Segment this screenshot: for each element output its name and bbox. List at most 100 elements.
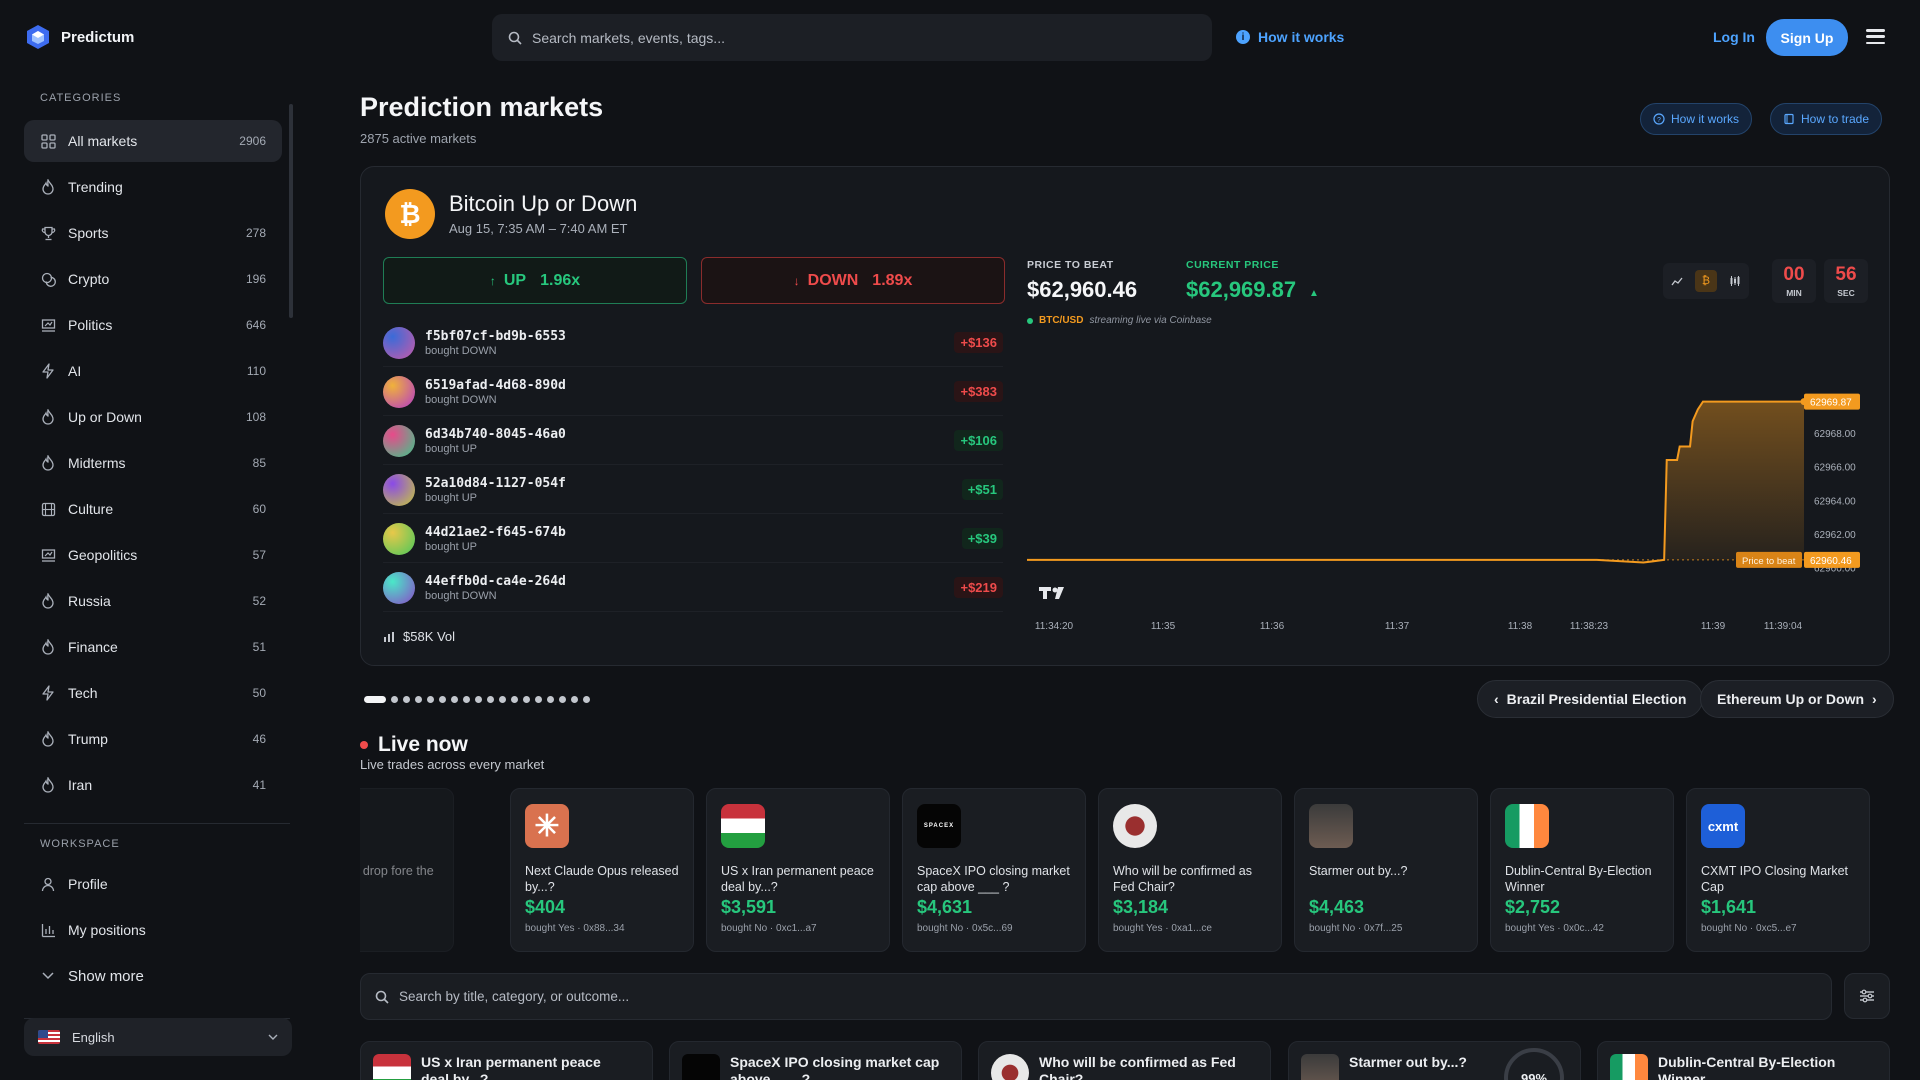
stream-text: streaming live via Coinbase [1089, 315, 1212, 326]
search-input[interactable] [532, 29, 1172, 46]
carousel-dot[interactable] [559, 696, 566, 703]
carousel-dot[interactable] [511, 696, 518, 703]
line-chart-icon[interactable] [1666, 270, 1688, 292]
sidebar-item-trending[interactable]: Trending [24, 166, 282, 208]
live-trade-card[interactable]: cxmt CXMT IPO Closing Market Cap $1,641 bou… [1686, 788, 1870, 952]
trade-row[interactable]: 6519afad-4d68-890d bought DOWN +$383 [383, 368, 1003, 416]
chart-toolbar: ₿ [1663, 263, 1749, 299]
live-trade-card[interactable]: Starmer out by...? $4,463 bought No · 0x7f… [1294, 788, 1478, 952]
trade-meta: bought No · 0x5c...69 [917, 923, 1013, 934]
sidebar-item-label: Politics [68, 317, 113, 333]
chevron-down-icon [268, 1028, 278, 1046]
current-price-value: $62,969.87 [1186, 277, 1297, 302]
language-selector[interactable]: English [24, 1018, 292, 1056]
menu-icon[interactable] [1866, 29, 1885, 44]
trade-row[interactable]: f5bf07cf-bd9b-6553 bought DOWN +$136 [383, 319, 1003, 367]
trade-meta: bought No · 0xc5...e7 [1701, 923, 1797, 934]
carousel-dot[interactable] [499, 696, 506, 703]
market-card[interactable]: Dublin-Central By-Election Winner [1597, 1041, 1890, 1080]
carousel-dot[interactable] [364, 696, 386, 703]
sidebar-item-geopolitics[interactable]: Geopolitics 57 [24, 534, 282, 576]
carousel-dot[interactable] [391, 696, 398, 703]
sidebar-item-crypto[interactable]: Crypto 196 [24, 258, 282, 300]
prev-market-button[interactable]: ‹ Brazil Presidential Election [1477, 680, 1704, 718]
carousel-dot[interactable] [415, 696, 422, 703]
trade-meta: bought No · 0x7f...25 [1309, 923, 1403, 934]
how-it-works-button[interactable]: ? How it works [1640, 103, 1753, 135]
bet-down-button[interactable]: ↓ DOWN 1.89x [701, 257, 1005, 304]
market-search-input[interactable] [399, 989, 1779, 1004]
market-title[interactable]: Bitcoin Up or Down [449, 191, 637, 217]
market-thumbnail [682, 1054, 720, 1080]
trade-user-id: 6519afad-4d68-890d [425, 377, 566, 393]
live-trade-card[interactable]: aham Platner drop fore the Midterms?32es… [360, 788, 454, 952]
market-question: aham Platner drop fore the Midterms? [360, 864, 434, 878]
log-in-button[interactable]: Log In [1713, 29, 1755, 45]
sidebar-item-count: 51 [252, 640, 266, 654]
timer-sec-value: 56 [1835, 264, 1857, 285]
sidebar-item-iran[interactable]: Iran 41 [24, 764, 282, 806]
live-trade-card[interactable]: Who will be confirmed as Fed Chair? $3,18… [1098, 788, 1282, 952]
sidebar-item-finance[interactable]: Finance 51 [24, 626, 282, 668]
market-card[interactable]: Who will be confirmed as Fed Chair? [978, 1041, 1271, 1080]
carousel-dot[interactable] [427, 696, 434, 703]
carousel-dot[interactable] [475, 696, 482, 703]
market-card[interactable]: SpaceX IPO closing market cap above ___ … [669, 1041, 962, 1080]
trade-row[interactable]: 44effb0d-ca4e-264d bought DOWN +$219 [383, 564, 1003, 612]
workspace-item-show-more[interactable]: Show more [24, 955, 282, 997]
carousel-dot[interactable] [547, 696, 554, 703]
brand[interactable]: Predictum [25, 24, 134, 50]
carousel-dot[interactable] [463, 696, 470, 703]
workspace-item-my-positions[interactable]: My positions [24, 909, 282, 951]
filter-button[interactable] [1844, 973, 1890, 1019]
carousel-dot[interactable] [523, 696, 530, 703]
carousel-dot[interactable] [451, 696, 458, 703]
global-search[interactable] [492, 14, 1212, 61]
carousel-dot[interactable] [583, 696, 590, 703]
trade-row[interactable]: 52a10d84-1127-054f bought UP +$51 [383, 466, 1003, 514]
live-trade-card[interactable]: US x Iran permanent peace deal by...? $3,… [706, 788, 890, 952]
sidebar-item-sports[interactable]: Sports 278 [24, 212, 282, 254]
bitcoin-toggle-icon[interactable]: ₿ [1694, 270, 1717, 292]
next-market-button[interactable]: Ethereum Up or Down › [1700, 680, 1894, 718]
carousel-dot[interactable] [403, 696, 410, 703]
how-it-works-link[interactable]: i How it works [1236, 29, 1344, 45]
sign-up-button[interactable]: Sign Up [1766, 19, 1848, 56]
x-tick-label: 11:39 [1701, 621, 1726, 632]
market-thumbnail [1113, 804, 1157, 848]
sidebar-item-all-markets[interactable]: All markets 2906 [24, 120, 282, 162]
sidebar-item-midterms[interactable]: Midterms 85 [24, 442, 282, 484]
live-trade-card[interactable]: ✳ Next Claude Opus released by...? $404 bou… [510, 788, 694, 952]
trade-user-id: 52a10d84-1127-054f [425, 475, 566, 491]
live-trade-card[interactable]: Dublin-Central By-Election Winner $2,752 b… [1490, 788, 1674, 952]
market-card[interactable]: Starmer out by...? 99% [1288, 1041, 1581, 1080]
chevron-left-icon: ‹ [1494, 691, 1499, 707]
trade-amount: $3,591 [721, 897, 777, 917]
sidebar-item-ai[interactable]: AI 110 [24, 350, 282, 392]
live-trade-card[interactable]: SPACEX SpaceX IPO closing market cap abov… [902, 788, 1086, 952]
sidebar-item-politics[interactable]: Politics 646 [24, 304, 282, 346]
sidebar-item-trump[interactable]: Trump 46 [24, 718, 282, 760]
sidebar-item-culture[interactable]: Culture 60 [24, 488, 282, 530]
how-to-trade-button[interactable]: How to trade [1770, 103, 1883, 135]
candlestick-icon[interactable] [1724, 270, 1746, 292]
market-card[interactable]: US x Iran permanent peace deal by...? [360, 1041, 653, 1080]
price-chart[interactable]: 62960.0062962.0062964.0062966.0062968.00… [1027, 351, 1867, 651]
up-multiplier: 1.96x [540, 271, 581, 289]
workspace-item-profile[interactable]: Profile [24, 863, 282, 905]
carousel-dot[interactable] [439, 696, 446, 703]
carousel-dots [364, 696, 590, 703]
sidebar-scrollbar[interactable] [289, 104, 293, 318]
trade-row[interactable]: 6d34b740-8045-46a0 bought UP +$106 [383, 417, 1003, 465]
carousel-dot[interactable] [487, 696, 494, 703]
bet-up-button[interactable]: ↑ UP 1.96x [383, 257, 687, 304]
sidebar-item-up-or-down[interactable]: Up or Down 108 [24, 396, 282, 438]
carousel-dot[interactable] [535, 696, 542, 703]
arrow-up-icon: ↑ [489, 273, 496, 288]
trade-row[interactable]: 44d21ae2-f645-674b bought UP +$39 [383, 515, 1003, 563]
carousel-dot[interactable] [571, 696, 578, 703]
sidebar-item-tech[interactable]: Tech 50 [24, 672, 282, 714]
sidebar-item-russia[interactable]: Russia 52 [24, 580, 282, 622]
market-search[interactable] [360, 973, 1832, 1020]
avatar [383, 571, 415, 604]
